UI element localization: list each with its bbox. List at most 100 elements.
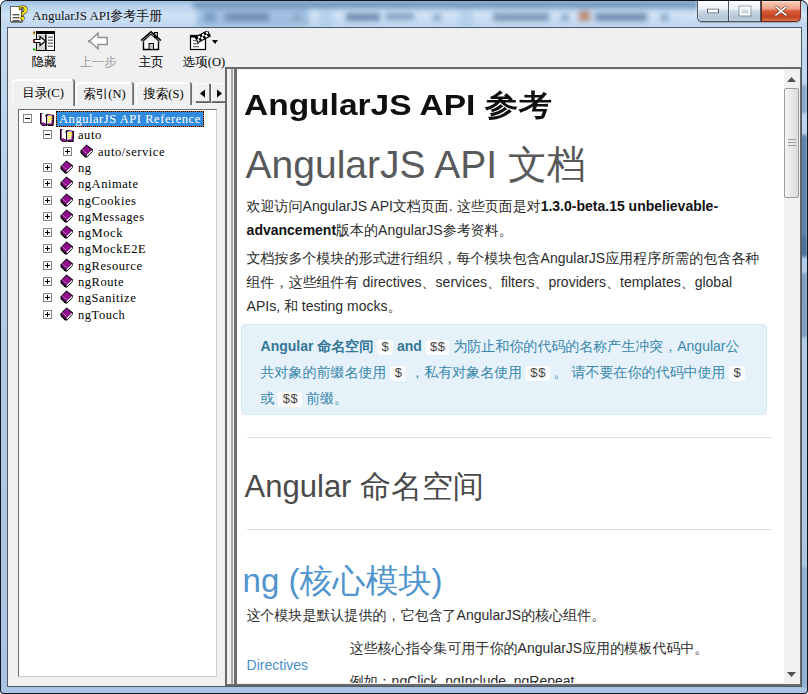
namespace-heading: Angular 命名空间 xyxy=(245,470,484,504)
book-closed-icon xyxy=(59,290,75,306)
tree-item-label[interactable]: ngRoute xyxy=(76,275,126,289)
tree-item-label[interactable]: ngSanitize xyxy=(76,291,138,305)
tree-item[interactable]: ngSanitize xyxy=(19,290,216,306)
tree-item[interactable]: AngularJS API Reference xyxy=(19,111,216,127)
down-arrow-icon xyxy=(787,672,796,677)
page-subtitle: AngularJS API 文档 xyxy=(246,145,586,185)
info-bold: and xyxy=(397,338,422,354)
tree-item-label[interactable]: ngCookies xyxy=(76,194,138,208)
collapse-toggle[interactable] xyxy=(43,130,52,139)
tree-item[interactable]: ngAnimate xyxy=(19,176,216,192)
tab-label: 搜索(S) xyxy=(143,87,183,101)
help-viewer-window: ? AngularJS API参考手册 xyxy=(0,0,808,694)
glass-smudge xyxy=(386,13,414,20)
scroll-down-button[interactable] xyxy=(784,666,800,683)
options-button[interactable]: 选项(O) xyxy=(176,31,232,71)
tab-label: 目录(C) xyxy=(22,86,64,100)
intro-text-tail: 版本的AngularJS参考资料。 xyxy=(336,222,513,238)
tree-item-label[interactable]: ngResource xyxy=(76,259,145,273)
glass-smudge xyxy=(561,14,569,21)
tree-item-label[interactable]: ngMock xyxy=(76,226,125,240)
toolbar: 隐藏 上一步 主页 xyxy=(8,28,801,68)
close-icon xyxy=(775,6,788,17)
glass-smudge xyxy=(595,13,647,21)
scroll-up-button[interactable] xyxy=(784,70,800,87)
book-closed-icon xyxy=(59,307,75,323)
content-pane: AngularJS API 参考 AngularJS API 文档 欢迎访问An… xyxy=(225,67,801,686)
tree-item[interactable]: auto xyxy=(19,127,216,143)
tree-item-label[interactable]: AngularJS API Reference xyxy=(56,111,204,127)
home-button[interactable]: 主页 xyxy=(128,31,174,71)
maximize-button[interactable] xyxy=(729,1,761,22)
expand-toggle[interactable] xyxy=(43,179,52,188)
tree-item-label[interactable]: ngAnimate xyxy=(76,177,141,191)
tree-item[interactable]: auto/service xyxy=(19,144,216,160)
tree-item[interactable]: ngCookies xyxy=(19,193,216,209)
inline-code: $ xyxy=(390,366,406,381)
book-closed-icon xyxy=(59,193,75,209)
glass-smudge xyxy=(801,567,807,687)
info-text: ，私有对象名使用 xyxy=(410,364,522,380)
tree-item-label[interactable]: ngTouch xyxy=(76,308,127,322)
ng-description: 这个模块是默认提供的，它包含了AngularJS的核心组件。 xyxy=(247,603,771,627)
expand-toggle[interactable] xyxy=(43,212,52,221)
book-closed-icon xyxy=(59,225,75,241)
tab-scroll-left-button[interactable] xyxy=(195,83,210,102)
expand-toggle[interactable] xyxy=(43,228,52,237)
tree-item-label[interactable]: auto xyxy=(76,128,104,142)
expand-toggle[interactable] xyxy=(43,310,52,319)
minimize-icon xyxy=(707,9,719,14)
back-button[interactable]: 上一步 xyxy=(72,31,124,71)
expand-toggle[interactable] xyxy=(43,261,52,270)
title-bar[interactable]: ? AngularJS API参考手册 xyxy=(1,1,807,27)
expand-toggle[interactable] xyxy=(43,277,52,286)
ng-module-heading[interactable]: ng (核心模块) xyxy=(243,564,443,598)
tab-scroll-right-button[interactable] xyxy=(211,83,226,102)
tree-item[interactable]: ng xyxy=(19,160,216,176)
expand-toggle[interactable] xyxy=(43,293,52,302)
collapse-toggle[interactable] xyxy=(23,114,32,123)
glass-smudge xyxy=(293,14,301,21)
minimize-button[interactable] xyxy=(697,1,729,22)
hide-button[interactable]: 隐藏 xyxy=(19,31,69,71)
tree-item[interactable]: ngResource xyxy=(19,258,216,274)
vertical-scrollbar[interactable] xyxy=(784,70,800,683)
book-closed-icon xyxy=(59,258,75,274)
inner-edge xyxy=(231,69,233,684)
tab-index[interactable]: 索引(N) xyxy=(76,82,133,105)
up-arrow-icon xyxy=(787,77,796,82)
glass-smudge xyxy=(493,13,549,21)
inline-code: $ xyxy=(729,366,745,381)
tab-search[interactable]: 搜索(S) xyxy=(136,82,191,105)
tree-item-label[interactable]: ngMessages xyxy=(76,210,147,224)
scrollbar-thumb[interactable] xyxy=(784,88,799,198)
tab-contents[interactable]: 目录(C) xyxy=(12,79,74,106)
tree-item[interactable]: ngMockE2E xyxy=(19,241,216,257)
book-open-icon xyxy=(59,127,75,143)
window-title: AngularJS API参考手册 xyxy=(32,7,162,25)
info-text: 。 请不要在你的代码中使用 xyxy=(554,364,726,380)
directives-link[interactable]: Directives xyxy=(247,653,308,677)
tree-item-label[interactable]: ngMockE2E xyxy=(76,242,148,256)
tree-item[interactable]: ngTouch xyxy=(19,307,216,323)
tree-item-label[interactable]: ng xyxy=(76,161,94,175)
tree-item-label[interactable]: auto/service xyxy=(96,145,167,159)
info-text: 前缀。 xyxy=(306,390,348,406)
topic-document: AngularJS API 参考 AngularJS API 文档 欢迎访问An… xyxy=(237,70,784,683)
book-closed-icon xyxy=(59,241,75,257)
inline-code: $$ xyxy=(278,392,302,407)
divider xyxy=(247,437,771,438)
expand-toggle[interactable] xyxy=(43,163,52,172)
expand-toggle[interactable] xyxy=(43,196,52,205)
expand-toggle[interactable] xyxy=(63,147,72,156)
tree-item[interactable]: ngRoute xyxy=(19,274,216,290)
glass-smudge xyxy=(225,13,269,21)
close-button[interactable] xyxy=(761,1,801,22)
tree-item[interactable]: ngMock xyxy=(19,225,216,241)
page-title: AngularJS API 参考 xyxy=(244,86,552,126)
expand-toggle[interactable] xyxy=(43,244,52,253)
left-arrow-icon xyxy=(199,89,207,98)
modules-paragraph: 文档按多个模块的形式进行组织，每个模块包含AngularJS应用程序所需的包含各… xyxy=(247,246,763,318)
tree-item[interactable]: ngMessages xyxy=(19,209,216,225)
divider xyxy=(247,529,771,530)
